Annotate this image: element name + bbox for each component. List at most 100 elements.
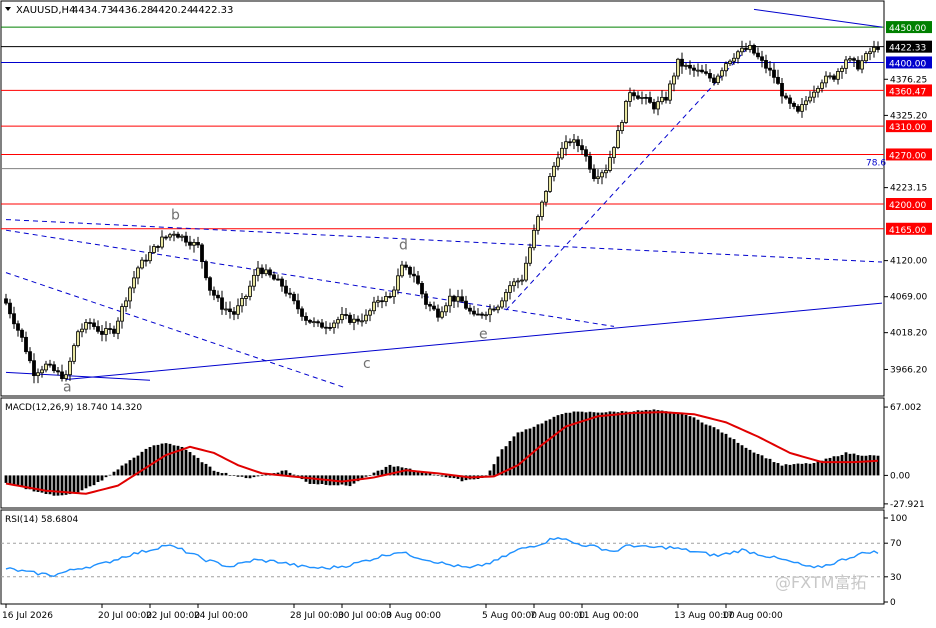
candle-body <box>840 67 844 72</box>
macd-histogram-bar <box>488 470 492 476</box>
wave-label: b <box>171 208 180 224</box>
macd-histogram-bar <box>812 463 816 476</box>
candle-body <box>496 306 500 311</box>
macd-histogram-bar <box>692 417 696 476</box>
macd-histogram-bar <box>784 464 788 476</box>
macd-histogram-bar <box>432 474 436 476</box>
macd-histogram-bar <box>608 411 612 476</box>
candle-body <box>80 328 84 333</box>
candle-body <box>528 247 532 264</box>
candle-body <box>352 318 356 323</box>
price-axis-tick-label: 3966.20 <box>890 365 927 375</box>
macd-histogram-bar <box>340 475 344 485</box>
macd-histogram-bar <box>688 416 692 476</box>
price-level-label: 4310.00 <box>889 123 926 133</box>
macd-histogram-bar <box>716 429 720 476</box>
macd-histogram-bar <box>184 449 188 476</box>
candle-body <box>4 298 8 304</box>
candle-body <box>536 216 540 231</box>
candle-body <box>776 76 780 84</box>
macd-axis-tick-label: 67.002 <box>890 403 922 413</box>
candle-body <box>684 64 688 67</box>
candle-body <box>448 295 452 307</box>
macd-histogram-bar <box>180 446 184 476</box>
macd-histogram-bar <box>192 455 196 476</box>
candle-body <box>676 58 680 77</box>
macd-histogram-bar <box>832 456 836 476</box>
candle-body <box>92 322 96 327</box>
candle-body <box>476 313 480 316</box>
candle-body <box>384 296 388 302</box>
candle-body <box>412 273 416 277</box>
candle-body <box>28 351 32 362</box>
macd-histogram-bar <box>84 475 88 489</box>
candle-body <box>588 155 592 170</box>
candle-body <box>688 64 692 69</box>
candle-body <box>628 92 632 102</box>
macd-histogram-bar <box>88 475 92 487</box>
candle-body <box>760 56 764 61</box>
macd-histogram-bar <box>4 475 8 483</box>
candle-body <box>692 67 696 71</box>
macd-histogram-bar <box>144 448 148 476</box>
candle-body <box>12 313 16 325</box>
header-high: 4436.28 <box>112 5 153 16</box>
macd-histogram-bar <box>92 475 96 486</box>
macd-histogram-bar <box>224 472 228 476</box>
macd-histogram-bar <box>236 475 240 477</box>
macd-histogram-bar <box>676 413 680 476</box>
candle-body <box>128 287 132 302</box>
chart-canvas[interactable]: 78.6 a b c d e 4450.00 4422.33 4400.00 4360.47 4… <box>0 0 936 624</box>
candle-body <box>492 308 496 311</box>
candle-body <box>348 314 352 323</box>
wave-label: e <box>479 326 488 342</box>
macd-histogram-bar <box>596 412 600 476</box>
candle-body <box>532 229 536 249</box>
candle-body <box>16 323 20 331</box>
macd-histogram-bar <box>288 472 292 476</box>
candle-body <box>488 308 492 316</box>
wave-label: a <box>63 380 72 396</box>
candle-body <box>204 261 208 279</box>
candle-body <box>876 46 880 50</box>
candle-body <box>216 294 220 299</box>
macd-histogram-bar <box>804 463 808 476</box>
macd-histogram-bar <box>876 455 880 476</box>
macd-histogram-bar <box>248 475 252 479</box>
macd-axis-tick-label: -27.921 <box>890 500 925 510</box>
candle-body <box>140 259 144 269</box>
candle-body <box>324 326 328 329</box>
candle-body <box>192 242 196 246</box>
macd-histogram-bar <box>780 465 784 476</box>
macd-histogram-bar <box>636 410 640 476</box>
candle-body <box>64 374 68 379</box>
rsi-axis-tick-label: 0 <box>890 598 896 608</box>
price-axis-tick-label: 4223.15 <box>890 184 927 194</box>
candle-body <box>20 329 24 338</box>
candle-body <box>372 301 376 312</box>
candle-body <box>716 75 720 84</box>
candle-body <box>48 363 52 366</box>
macd-histogram-bar <box>252 475 256 478</box>
candle-body <box>504 291 508 302</box>
macd-histogram-bar <box>128 460 132 476</box>
macd-histogram-bar <box>168 443 172 476</box>
candle-body <box>464 300 468 309</box>
macd-histogram-bar <box>648 410 652 476</box>
price-level-label: 4400.00 <box>889 59 926 69</box>
candle-body <box>136 267 140 279</box>
candle-body <box>652 101 656 110</box>
time-axis-tick-label: 17 Aug 00:00 <box>722 611 783 621</box>
macd-histogram-bar <box>372 472 376 476</box>
macd-histogram-bar <box>584 412 588 476</box>
macd-histogram-bar <box>188 452 192 476</box>
candle-body <box>112 328 116 334</box>
candle-body <box>88 322 92 324</box>
candle-body <box>328 327 332 329</box>
macd-histogram-bar <box>644 409 648 476</box>
candle-body <box>56 370 60 373</box>
macd-histogram-bar <box>720 432 724 476</box>
candle-body <box>548 176 552 192</box>
time-axis-tick-label: 16 Jul 2026 <box>2 611 53 621</box>
macd-histogram-bar <box>672 413 676 476</box>
